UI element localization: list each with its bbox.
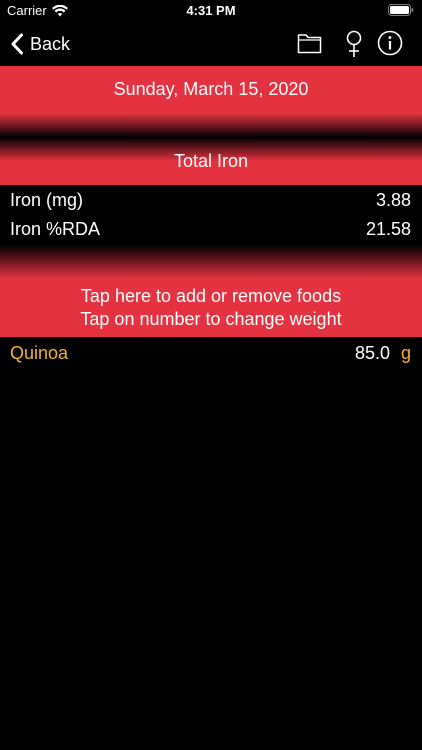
nutrient-value: 21.58 <box>365 219 411 239</box>
back-label: Back <box>30 33 71 54</box>
instruction-line-1: Tap here to add or remove foods <box>80 286 342 306</box>
chevron-left-icon <box>11 33 23 55</box>
food-unit: g <box>400 343 411 363</box>
date-label: Sunday, March 15, 2020 <box>113 79 309 99</box>
food-row[interactable]: Quinoa 85.0 g <box>0 340 422 369</box>
nav-bar: Back <box>0 22 422 66</box>
nutrient-label: Iron %RDA <box>10 219 101 239</box>
folder-icon[interactable] <box>297 32 322 54</box>
date-header[interactable]: Sunday, March 15, 2020 <box>0 66 422 113</box>
nutrient-row: Iron %RDA 21.58 <box>0 215 422 244</box>
status-bar: Carrier 4:31 PM <box>0 0 422 22</box>
nutrient-row: Iron (mg) 3.88 <box>0 186 422 215</box>
female-symbol-icon[interactable] <box>344 30 364 58</box>
nutrient-value: 3.88 <box>375 190 411 210</box>
battery-icon <box>388 4 414 16</box>
total-header: Total Iron <box>0 137 422 185</box>
food-name: Quinoa <box>10 343 69 363</box>
clock: 4:31 PM <box>186 3 236 18</box>
nutrient-label: Iron (mg) <box>10 190 84 210</box>
add-remove-foods-button[interactable]: Tap here to add or remove foods Tap on n… <box>0 279 422 337</box>
food-weight[interactable]: 85.0 <box>355 343 390 364</box>
info-icon[interactable] <box>377 30 403 56</box>
instruction-line-2: Tap on number to change weight <box>80 309 342 329</box>
back-button[interactable]: Back <box>10 30 70 58</box>
divider-gradient <box>0 113 422 137</box>
total-header-label: Total Iron <box>173 150 249 171</box>
divider-gradient <box>0 245 422 279</box>
